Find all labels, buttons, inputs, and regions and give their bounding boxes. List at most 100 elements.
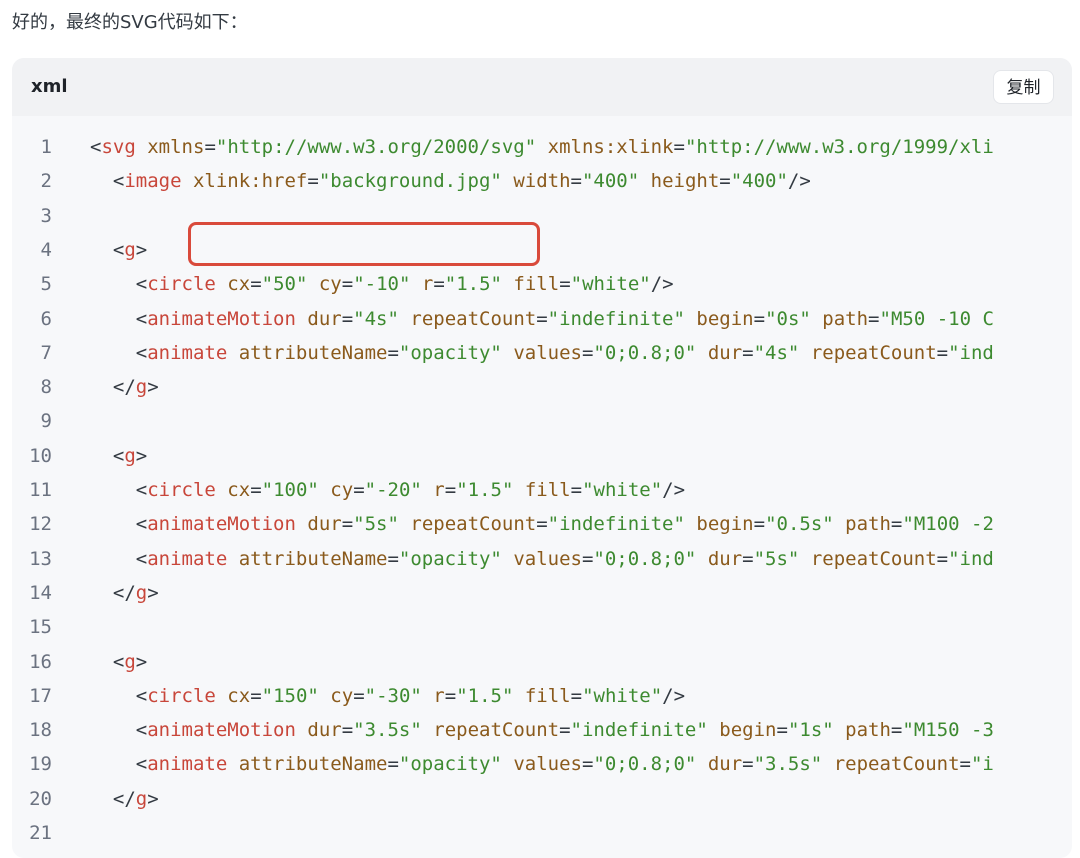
line-number: 8 xyxy=(40,376,52,399)
code-token: repeatCount xyxy=(433,719,560,742)
code-token: begin xyxy=(696,513,754,536)
code-token: "white" xyxy=(582,684,663,707)
code-text: <animateMotion dur="3.5s" repeatCount="i… xyxy=(90,713,994,747)
code-token: < xyxy=(90,479,148,501)
code-token: < xyxy=(90,170,125,193)
code-line: 4 <g> xyxy=(12,233,1072,267)
code-token: = xyxy=(868,307,880,330)
code-token: /> xyxy=(787,170,811,193)
code-token: circle xyxy=(147,479,216,501)
code-token: dur xyxy=(307,513,342,536)
code-text: <g> xyxy=(90,439,147,473)
code-token: = xyxy=(581,547,594,570)
line-number: 17 xyxy=(29,684,52,707)
code-token: "0s" xyxy=(765,307,811,330)
line-number: 7 xyxy=(40,341,52,364)
line-number: 11 xyxy=(29,479,52,501)
line-number: 12 xyxy=(29,513,52,536)
code-token: cx xyxy=(227,273,251,296)
code-token: < xyxy=(90,136,102,158)
code-token: "4s" xyxy=(753,341,800,364)
line-number: 1 xyxy=(40,136,52,158)
code-token: "white" xyxy=(570,273,651,296)
code-token: path xyxy=(845,719,891,742)
code-token: xmlns:xlink xyxy=(547,136,674,158)
code-token: attributeName xyxy=(238,341,388,364)
line-number: 21 xyxy=(29,822,52,844)
line-number: 20 xyxy=(29,787,52,810)
code-token: "0;0.8;0" xyxy=(593,341,697,364)
code-token: = xyxy=(536,513,548,536)
code-token: animateMotion xyxy=(147,719,296,742)
code-line: 19 <animate attributeName="opacity" valu… xyxy=(12,747,1072,781)
code-token: = xyxy=(341,273,354,296)
code-token: < xyxy=(90,753,148,776)
code-token: "http://www.w3.org/2000/svg" xyxy=(215,136,537,158)
code-token: g xyxy=(135,581,148,604)
code-token: = xyxy=(353,479,365,501)
code-token: "indefinite" xyxy=(547,513,685,536)
code-token: "400" xyxy=(581,170,640,193)
code-token: = xyxy=(570,684,583,707)
code-token: = xyxy=(559,273,571,296)
code-token: path xyxy=(845,513,891,536)
code-token: < xyxy=(90,547,148,570)
code-token: = xyxy=(776,719,788,742)
code-token: = xyxy=(341,719,354,742)
code-token: g xyxy=(124,650,136,673)
code-text: <animate attributeName="opacity" values=… xyxy=(90,542,994,576)
code-text: </g> xyxy=(90,370,159,404)
code-text: <animate attributeName="opacity" values=… xyxy=(90,336,994,370)
code-line: 14 </g> xyxy=(12,576,1072,610)
code-token: "5s" xyxy=(753,547,800,570)
code-token: "1.5" xyxy=(456,479,514,501)
code-token: = xyxy=(890,719,903,742)
code-token: "0.5s" xyxy=(765,513,834,536)
code-token: = xyxy=(433,273,445,296)
code-token: /> xyxy=(650,273,674,296)
code-token: = xyxy=(742,547,754,570)
code-token: "400" xyxy=(730,170,788,193)
code-token: = xyxy=(341,307,354,330)
code-token: "-10" xyxy=(353,273,411,296)
code-token: = xyxy=(387,547,399,570)
code-token: repeatCount xyxy=(810,547,937,570)
code-token: "0;0.8;0" xyxy=(593,753,697,776)
code-token: = xyxy=(250,684,262,707)
code-text: <svg xmlns="http://www.w3.org/2000/svg" … xyxy=(90,130,994,164)
code-line: 21 xyxy=(12,816,1072,850)
code-token: r xyxy=(433,684,445,707)
code-token: "1s" xyxy=(787,719,834,742)
line-number: 6 xyxy=(40,307,52,330)
code-token: animate xyxy=(147,341,228,364)
code-token: dur xyxy=(707,753,743,776)
copy-button[interactable]: 复制 xyxy=(993,70,1054,104)
code-token: = xyxy=(444,684,457,707)
code-line: 5 <circle cx="50" cy="-10" r="1.5" fill=… xyxy=(12,267,1072,301)
code-line: 13 <animate attributeName="opacity" valu… xyxy=(12,542,1072,576)
code-token: "i xyxy=(970,753,994,776)
code-token: "-20" xyxy=(364,479,422,501)
code-line: 12 <animateMotion dur="5s" repeatCount="… xyxy=(12,507,1072,541)
code-token: "1.5" xyxy=(444,273,502,296)
line-number: 4 xyxy=(40,238,52,261)
code-token: < xyxy=(90,307,148,330)
code-line: 7 <animate attributeName="opacity" value… xyxy=(12,336,1072,370)
code-text: <circle cx="100" cy="-20" r="1.5" fill="… xyxy=(90,473,685,507)
code-token: fill xyxy=(524,684,571,707)
line-number: 19 xyxy=(29,753,52,776)
line-number: 3 xyxy=(40,204,52,227)
line-number: 16 xyxy=(29,650,52,673)
